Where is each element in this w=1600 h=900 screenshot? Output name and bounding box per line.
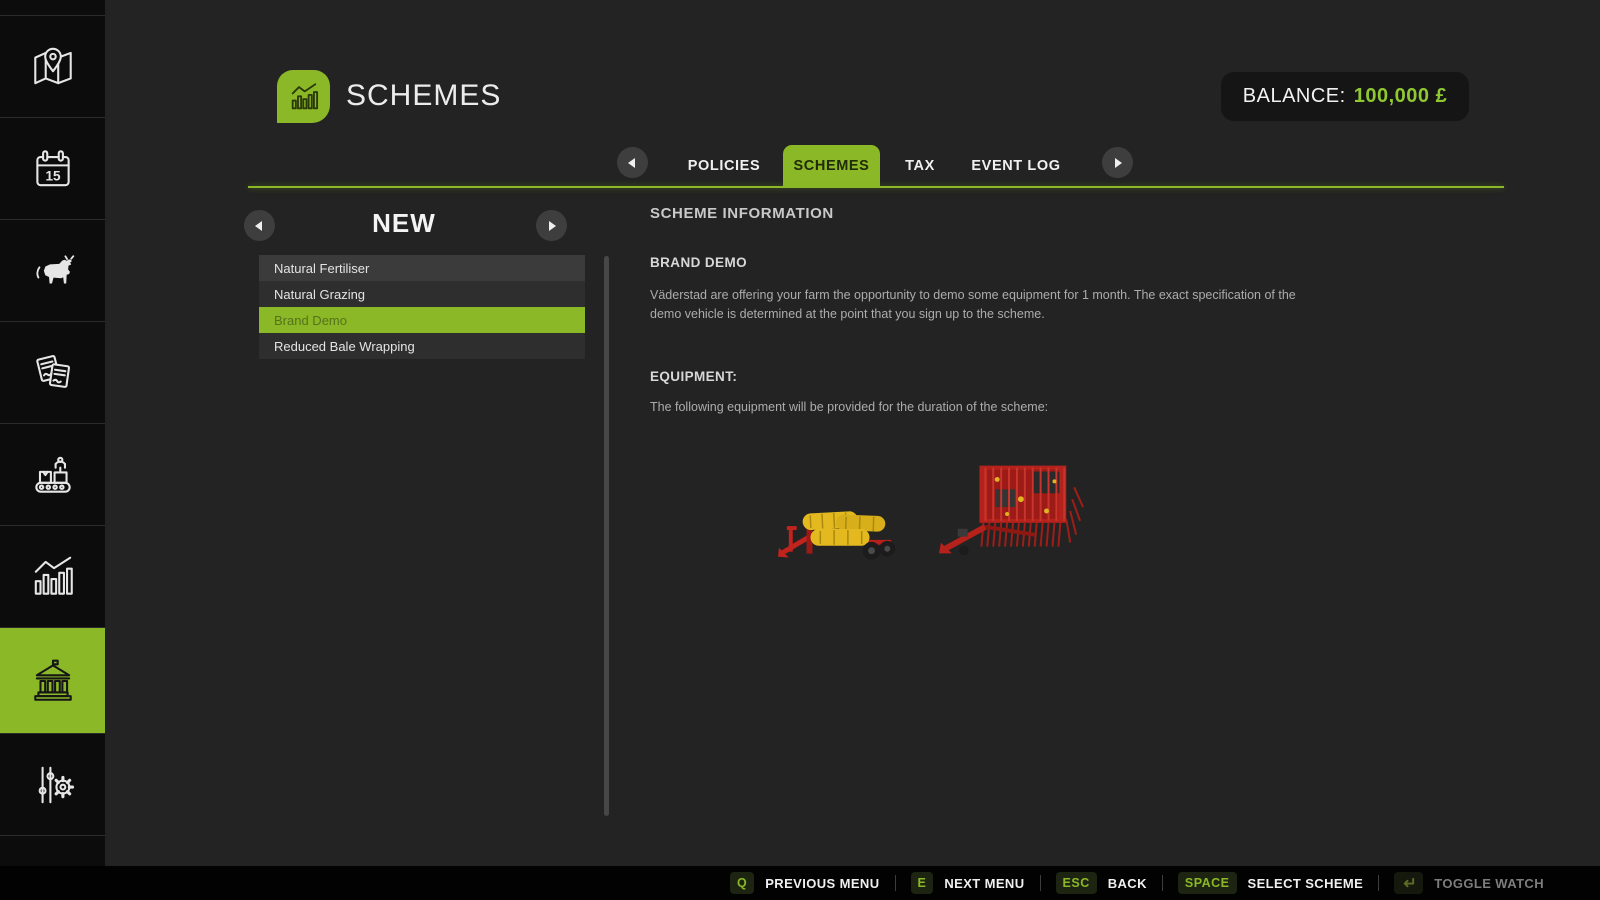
sidebar-item-animals[interactable] (0, 220, 105, 322)
tab-tax[interactable]: TAX (880, 145, 960, 187)
scheme-info-title: SCHEME INFORMATION (650, 205, 834, 222)
settings-sliders-gear-icon (28, 760, 78, 810)
scheme-name: BRAND DEMO (650, 255, 747, 270)
chevron-right-icon (549, 221, 556, 231)
tab-policies[interactable]: POLICIES (664, 145, 784, 187)
chevron-right-icon (1115, 158, 1122, 168)
sidebar-item-calendar[interactable]: 15 (0, 118, 105, 220)
contracts-icon (28, 348, 78, 398)
schemes-page-icon (277, 70, 330, 123)
list-item-natural-fertiliser[interactable]: Natural Fertiliser (259, 255, 585, 281)
list-scrollbar[interactable] (604, 256, 609, 816)
tab-event-log[interactable]: EVENT LOG (956, 145, 1076, 187)
hint-label: PREVIOUS MENU (765, 876, 879, 891)
enter-return-icon (1394, 872, 1423, 894)
hint-label: BACK (1108, 876, 1147, 891)
category-prev-button[interactable] (244, 210, 275, 241)
sidebar-top-sliver (0, 0, 105, 16)
hint-label: TOGGLE WATCH (1434, 876, 1544, 891)
hint-toggle-watch[interactable]: TOGGLE WATCH (1394, 872, 1544, 894)
hint-separator (1040, 875, 1041, 891)
chevron-left-icon (628, 158, 635, 168)
hint-next-menu[interactable]: E NEXT MENU (911, 872, 1025, 894)
key-e: E (911, 872, 934, 894)
sidebar-item-map[interactable] (0, 16, 105, 118)
production-icon (28, 450, 78, 500)
main-panel: SCHEMES BALANCE: 100,000 £ POLICIES SCHE… (105, 0, 1600, 866)
schemes-screen: 15 (0, 0, 1600, 900)
list-item-natural-grazing[interactable]: Natural Grazing (259, 281, 585, 307)
sidebar-item-production[interactable] (0, 424, 105, 526)
bar-chart-trend-icon (287, 80, 321, 114)
cow-icon (28, 246, 78, 296)
tabs-next-button[interactable] (1102, 147, 1133, 178)
equipment-heading: EQUIPMENT: (650, 369, 737, 384)
hint-select-scheme[interactable]: SPACE SELECT SCHEME (1178, 872, 1363, 894)
tab-underline (248, 186, 1504, 188)
sidebar-item-contracts[interactable] (0, 322, 105, 424)
scheme-description: Väderstad are offering your farm the opp… (650, 286, 1298, 325)
svg-text:15: 15 (45, 168, 61, 183)
sidebar-item-settings[interactable] (0, 734, 105, 836)
tab-schemes[interactable]: SCHEMES (783, 145, 880, 187)
chevron-left-icon (255, 221, 262, 231)
hint-label: SELECT SCHEME (1248, 876, 1364, 891)
balance-value: 100,000 £ (1354, 85, 1447, 108)
statistics-icon (28, 552, 78, 602)
balance-display: BALANCE: 100,000 £ (1221, 72, 1469, 121)
hint-separator (1162, 875, 1163, 891)
category-title: NEW (304, 208, 504, 239)
equipment-image-yellow-roller (777, 498, 905, 566)
bank-icon (28, 656, 78, 706)
tabs-prev-button[interactable] (617, 147, 648, 178)
hint-separator (895, 875, 896, 891)
map-icon (28, 42, 78, 92)
hint-back[interactable]: ESC BACK (1056, 872, 1147, 894)
keybind-footer: Q PREVIOUS MENU E NEXT MENU ESC BACK SPA… (0, 866, 1600, 900)
hint-label: NEXT MENU (944, 876, 1024, 891)
key-esc: ESC (1056, 872, 1097, 894)
list-item-reduced-bale-wrapping[interactable]: Reduced Bale Wrapping (259, 333, 585, 359)
sidebar: 15 (0, 0, 105, 866)
key-q: Q (730, 872, 754, 894)
equipment-image-red-seed-drill (938, 458, 1086, 565)
sidebar-item-statistics[interactable] (0, 526, 105, 628)
sidebar-item-finances[interactable] (0, 628, 105, 734)
category-next-button[interactable] (536, 210, 567, 241)
calendar-icon: 15 (28, 144, 78, 194)
equipment-note: The following equipment will be provided… (650, 400, 1048, 414)
hint-separator (1378, 875, 1379, 891)
hint-previous-menu[interactable]: Q PREVIOUS MENU (730, 872, 880, 894)
key-space: SPACE (1178, 872, 1237, 894)
page-title: SCHEMES (346, 79, 501, 113)
balance-label: BALANCE: (1243, 85, 1346, 108)
list-item-brand-demo[interactable]: Brand Demo (259, 307, 585, 333)
scheme-list: Natural Fertiliser Natural Grazing Brand… (259, 255, 585, 359)
